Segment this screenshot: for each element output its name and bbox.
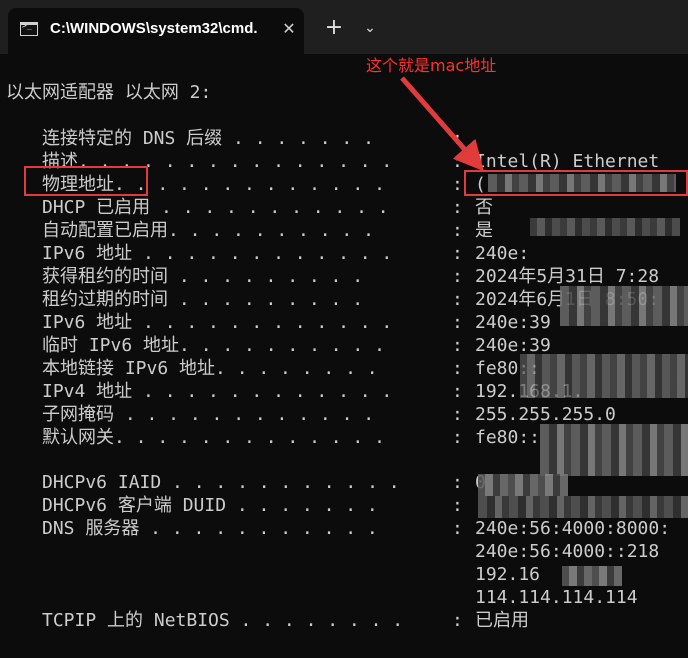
annotation-arrow [400,76,484,172]
